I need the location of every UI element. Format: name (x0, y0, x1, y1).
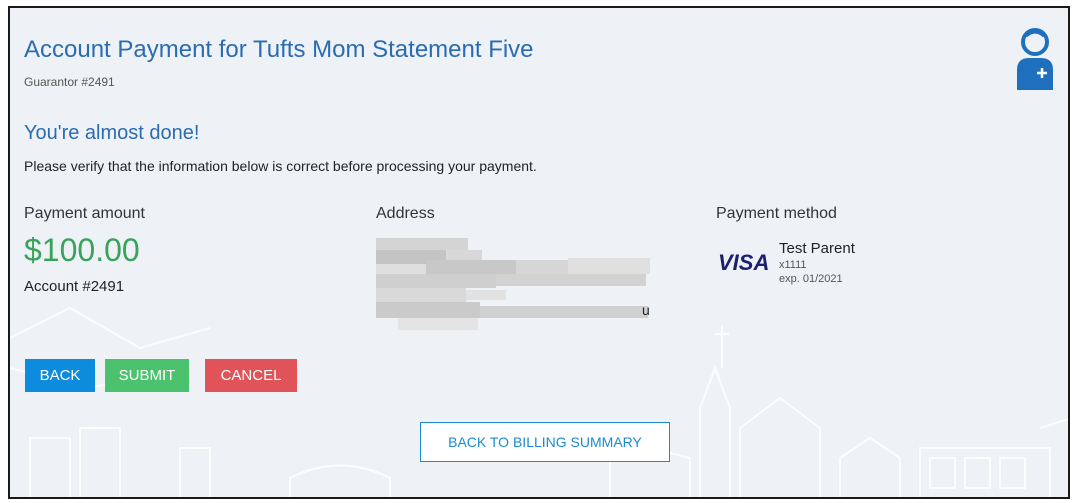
address-redacted-blur (376, 238, 650, 330)
card-last-digits: x1111 (779, 259, 807, 271)
payment-amount-label: Payment amount (24, 205, 145, 222)
cancel-button[interactable]: CANCEL (205, 359, 297, 392)
submit-button[interactable]: SUBMIT (105, 359, 189, 392)
page-title: Account Payment for Tufts Mom Statement … (24, 36, 534, 63)
back-button[interactable]: BACK (25, 359, 95, 392)
user-avatar-icon[interactable] (1014, 24, 1056, 90)
visa-logo-text: VISA (718, 250, 769, 274)
back-to-billing-summary-button[interactable]: BACK TO BILLING SUMMARY (420, 422, 670, 462)
payment-amount-value: $100.00 (24, 232, 140, 268)
verification-instructions: Please verify that the information below… (24, 158, 537, 174)
cardholder-name: Test Parent (779, 240, 855, 257)
address-label: Address (376, 205, 435, 222)
card-expiry: exp. 01/2021 (779, 273, 843, 285)
address-visible-text: u (642, 302, 650, 318)
payment-method-label: Payment method (716, 205, 837, 222)
visa-card-icon: VISA (718, 250, 769, 274)
guarantor-number: Guarantor #2491 (24, 75, 115, 89)
payment-confirmation-panel: Account Payment for Tufts Mom Statement … (8, 6, 1070, 499)
account-number: Account #2491 (24, 278, 125, 295)
confirmation-heading: You're almost done! (24, 122, 200, 144)
